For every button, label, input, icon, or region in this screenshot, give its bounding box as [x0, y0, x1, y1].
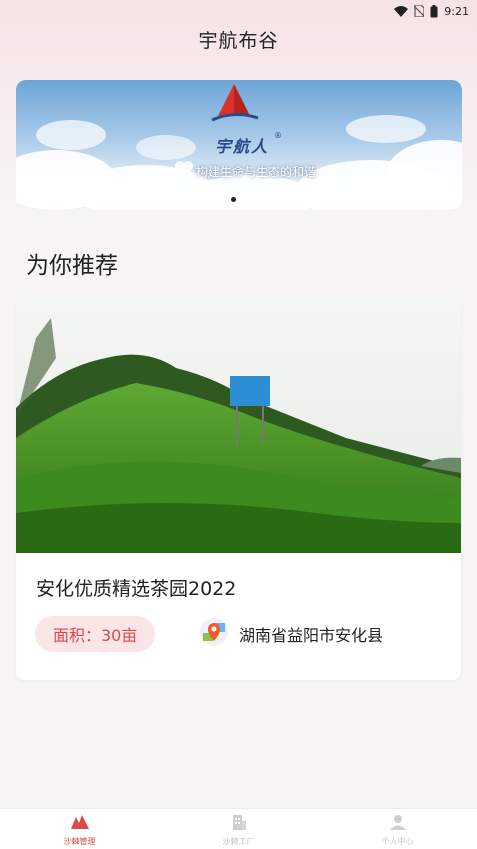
- banner-carousel[interactable]: 宇航人 ® 构建生命与生态的和谐: [16, 80, 462, 210]
- area-badge: 面积：30亩: [35, 616, 156, 652]
- tea-garden-photo: [16, 298, 461, 553]
- wifi-icon: [394, 5, 409, 17]
- battery-icon: [430, 4, 438, 18]
- tab-sea-buckthorn-factory[interactable]: 沙棘工厂: [159, 809, 318, 849]
- section-title: 为你推荐: [26, 253, 118, 279]
- banner-brand: 宇航人: [215, 137, 270, 156]
- area-text: 面积：30亩: [53, 626, 138, 645]
- tab-label: 沙棘管理: [63, 837, 96, 846]
- location-pin-icon: [199, 617, 229, 651]
- no-sim-icon: [414, 5, 425, 17]
- location: 湖南省益阳市安化县: [199, 616, 383, 652]
- status-time: 9:21: [444, 4, 469, 18]
- location-text: 湖南省益阳市安化县: [239, 626, 384, 645]
- person-icon: [389, 814, 407, 834]
- card-title: 安化优质精选茶园2022: [36, 578, 237, 600]
- factory-icon: [230, 814, 248, 834]
- carousel-dot[interactable]: [242, 197, 248, 202]
- bottom-tab-bar: 沙棘管理 沙棘工厂 个人中心: [0, 808, 477, 849]
- tab-personal-center[interactable]: 个人中心: [318, 809, 477, 849]
- tab-sea-buckthorn-management[interactable]: 沙棘管理: [0, 809, 159, 849]
- tab-label: 个人中心: [381, 837, 414, 846]
- sea-buckthorn-icon: [69, 814, 91, 834]
- banner-registered-mark: ®: [274, 131, 282, 140]
- heart-icon: [174, 160, 194, 182]
- tab-label: 沙棘工厂: [222, 837, 255, 846]
- carousel-indicator: [16, 197, 462, 202]
- banner-slogan: 构建生命与生态的和谐: [196, 165, 317, 179]
- app-title: 宇航布谷: [198, 30, 279, 52]
- brand-logo-icon: [198, 82, 278, 138]
- status-bar: 9:21: [0, 0, 477, 22]
- carousel-dot-active[interactable]: [230, 197, 236, 202]
- tea-garden-card[interactable]: 安化优质精选茶园2022 面积：30亩 湖南省益阳市安化县: [16, 298, 461, 680]
